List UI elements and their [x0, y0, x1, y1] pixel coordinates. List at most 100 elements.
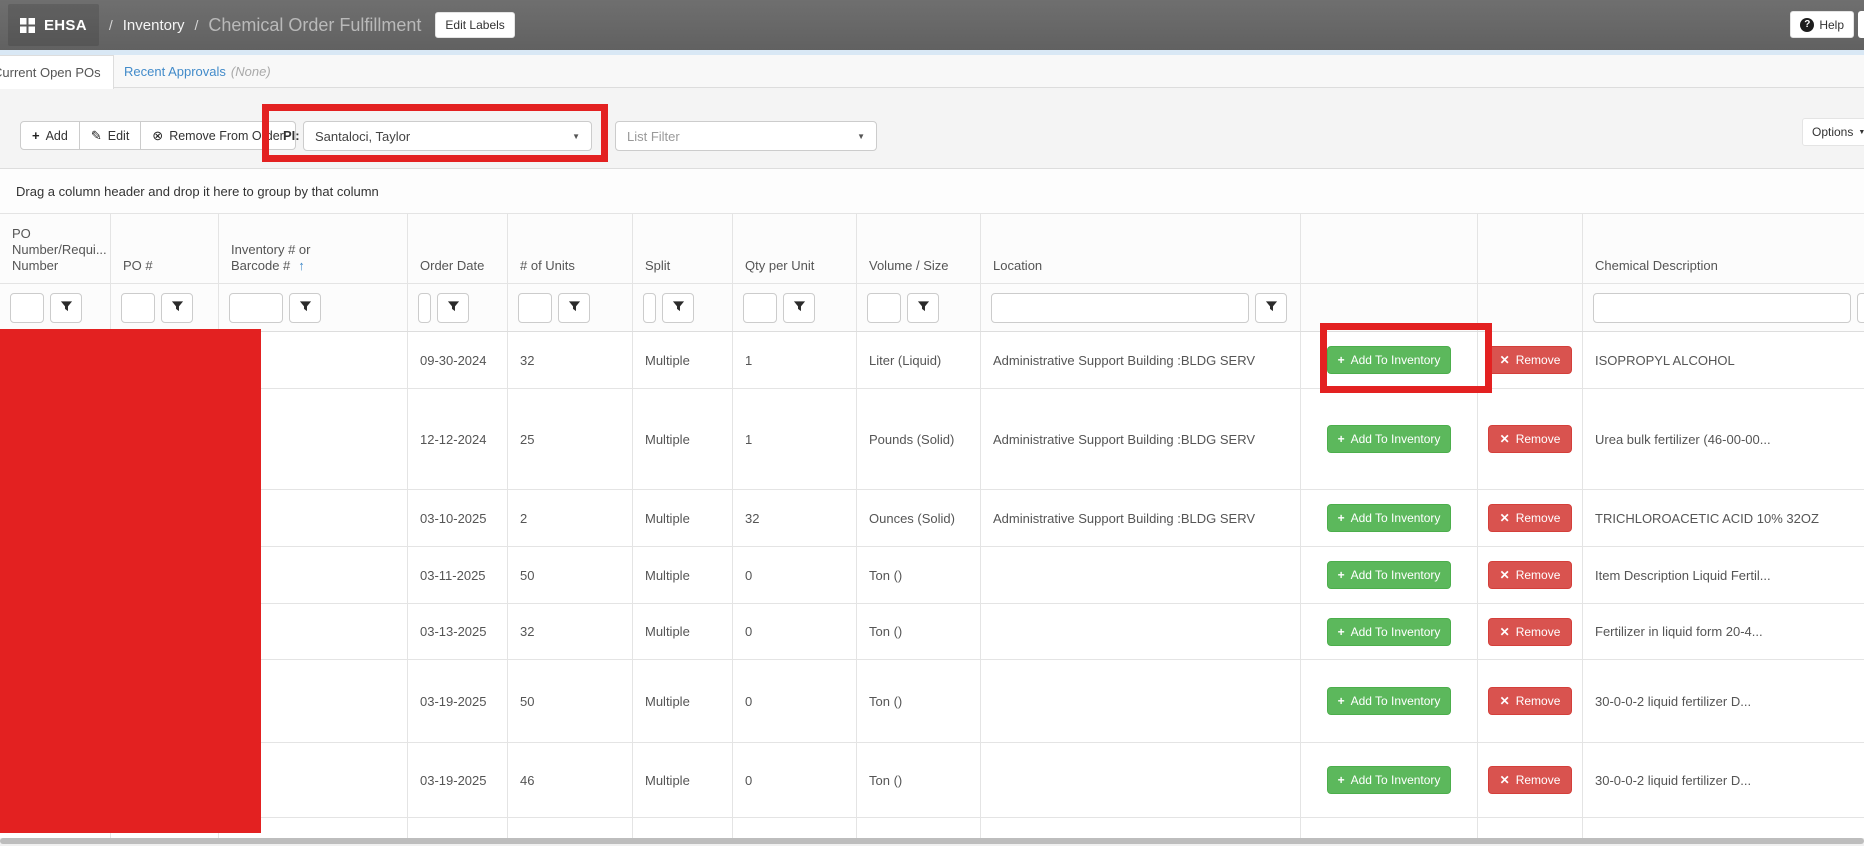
pi-dropdown[interactable]: Santaloci, Taylor ▼: [303, 121, 592, 151]
app-home-link[interactable]: EHSA: [8, 4, 99, 46]
filter-menu-button-po-requisition[interactable]: [50, 293, 82, 323]
orders-grid: Drag a column header and drop it here to…: [0, 168, 1864, 846]
filter-input-chemical-description[interactable]: [1593, 293, 1851, 323]
page-title: Chemical Order Fulfillment: [208, 15, 421, 36]
add-to-inventory-button[interactable]: +Add To Inventory: [1327, 561, 1452, 589]
edit-labels-button[interactable]: Edit Labels: [435, 12, 514, 38]
column-header-inventory-barcode[interactable]: Inventory # orBarcode #↑: [218, 214, 407, 283]
column-header-volume-size[interactable]: Volume / Size: [856, 214, 980, 283]
add-to-inventory-button[interactable]: +Add To Inventory: [1327, 618, 1452, 646]
options-button-label: Options: [1812, 125, 1853, 139]
remove-button[interactable]: ✕Remove: [1488, 618, 1573, 646]
scrollbar-thumb[interactable]: [0, 838, 1864, 844]
breadcrumb-inventory-link[interactable]: Inventory: [123, 17, 185, 34]
filter-menu-button-split[interactable]: [662, 293, 694, 323]
horizontal-scrollbar[interactable]: [0, 838, 1864, 846]
column-header-remove-action[interactable]: [1477, 214, 1582, 283]
column-header-location[interactable]: Location: [980, 214, 1300, 283]
filter-cell-order-date: [407, 284, 507, 331]
filter-menu-button-po-number[interactable]: [161, 293, 193, 323]
column-header-num-units[interactable]: # of Units: [507, 214, 632, 283]
filter-menu-button-inventory-barcode[interactable]: [289, 293, 321, 323]
table-row: 09-30-202432Multiple1Liter (Liquid)Admin…: [0, 332, 1864, 389]
cell-po-number: [110, 490, 218, 546]
x-icon: ✕: [1500, 569, 1510, 581]
filter-input-split[interactable]: [643, 293, 656, 323]
column-header-chemical-description[interactable]: Chemical Description: [1582, 214, 1864, 283]
tab-recent-approvals[interactable]: Recent Approvals (None): [124, 55, 271, 88]
cell-num-units: 32: [507, 604, 632, 659]
column-header-add-action[interactable]: [1300, 214, 1477, 283]
add-to-inventory-button[interactable]: +Add To Inventory: [1327, 766, 1452, 794]
add-button[interactable]: + Add: [20, 121, 80, 150]
cell-inventory-barcode: [218, 743, 407, 817]
filter-menu-button-volume-size[interactable]: [907, 293, 939, 323]
cell-order-date: 03-11-2025: [407, 547, 507, 603]
column-header-order-date[interactable]: Order Date: [407, 214, 507, 283]
x-icon: ✕: [1500, 695, 1510, 707]
remove-button[interactable]: ✕Remove: [1488, 504, 1573, 532]
add-to-inventory-button[interactable]: +Add To Inventory: [1327, 346, 1452, 374]
plus-icon: +: [1338, 512, 1345, 524]
filter-funnel-icon: [1265, 300, 1278, 316]
clipped-button[interactable]: [1858, 11, 1864, 38]
filter-menu-button-num-units[interactable]: [558, 293, 590, 323]
filter-menu-button-location[interactable]: [1255, 293, 1287, 323]
remove-button-label: Remove: [1516, 511, 1561, 525]
remove-button[interactable]: ✕Remove: [1488, 687, 1573, 715]
plus-icon: +: [1338, 354, 1345, 366]
column-header-text: Location: [993, 258, 1042, 273]
cell-remove-action: ✕Remove: [1477, 547, 1582, 603]
cell-remove-action: ✕Remove: [1477, 332, 1582, 388]
filter-input-inventory-barcode[interactable]: [229, 293, 283, 323]
filter-funnel-icon: [672, 300, 685, 316]
filter-menu-button-qty-per-unit[interactable]: [783, 293, 815, 323]
cell-location: [980, 604, 1300, 659]
page: EHSA / Inventory / Chemical Order Fulfil…: [0, 0, 1864, 846]
filter-cell-po-requisition: [0, 284, 110, 331]
list-filter-dropdown[interactable]: List Filter ▼: [615, 121, 877, 151]
remove-from-order-button[interactable]: ⊗ Remove From Order: [141, 121, 296, 150]
filter-menu-button-order-date[interactable]: [437, 293, 469, 323]
remove-button[interactable]: ✕Remove: [1488, 425, 1573, 453]
filter-input-order-date[interactable]: [418, 293, 431, 323]
add-to-inventory-button[interactable]: +Add To Inventory: [1327, 504, 1452, 532]
help-button[interactable]: ? Help: [1790, 11, 1854, 38]
remove-button-label: Remove: [1516, 625, 1561, 639]
remove-button[interactable]: ✕Remove: [1488, 561, 1573, 589]
remove-button[interactable]: ✕Remove: [1488, 766, 1573, 794]
add-to-inventory-button[interactable]: +Add To Inventory: [1327, 425, 1452, 453]
cell-qty-per-unit: 0: [732, 604, 856, 659]
edit-button[interactable]: ✎ Edit: [80, 121, 141, 150]
remove-button[interactable]: ✕Remove: [1488, 346, 1573, 374]
column-header-split[interactable]: Split: [632, 214, 732, 283]
filter-menu-button-chemical-description[interactable]: [1857, 293, 1864, 323]
cell-num-units: [507, 818, 632, 838]
grid-header-row: PONumber/Requi...NumberPO #Inventory # o…: [0, 214, 1864, 284]
column-header-qty-per-unit[interactable]: Qty per Unit: [732, 214, 856, 283]
cell-qty-per-unit: 32: [732, 490, 856, 546]
cell-volume-size: Liter (Liquid): [856, 332, 980, 388]
cell-location: [980, 660, 1300, 742]
column-header-line: PO: [12, 226, 100, 242]
filter-funnel-icon: [917, 300, 930, 316]
filter-input-po-number[interactable]: [121, 293, 155, 323]
column-header-po-requisition[interactable]: PONumber/Requi...Number: [0, 214, 110, 283]
cell-po-requisition: [0, 389, 110, 489]
tab-recent-approvals-label: Recent Approvals: [124, 64, 226, 79]
filter-input-volume-size[interactable]: [867, 293, 901, 323]
filter-input-po-requisition[interactable]: [10, 293, 44, 323]
pencil-icon: ✎: [91, 129, 102, 142]
options-button[interactable]: Options ▼: [1802, 118, 1864, 146]
plus-icon: +: [32, 129, 40, 142]
group-by-drop-zone[interactable]: Drag a column header and drop it here to…: [0, 169, 1864, 214]
tab-current-open-pos[interactable]: Current Open POs: [0, 55, 114, 89]
add-to-inventory-button[interactable]: +Add To Inventory: [1327, 687, 1452, 715]
filter-input-qty-per-unit[interactable]: [743, 293, 777, 323]
cell-order-date: 12-12-2024: [407, 389, 507, 489]
filter-input-location[interactable]: [991, 293, 1249, 323]
cell-location: Administrative Support Building :BLDG SE…: [980, 332, 1300, 388]
filter-input-num-units[interactable]: [518, 293, 552, 323]
column-header-po-number[interactable]: PO #: [110, 214, 218, 283]
cell-po-number: [110, 818, 218, 838]
